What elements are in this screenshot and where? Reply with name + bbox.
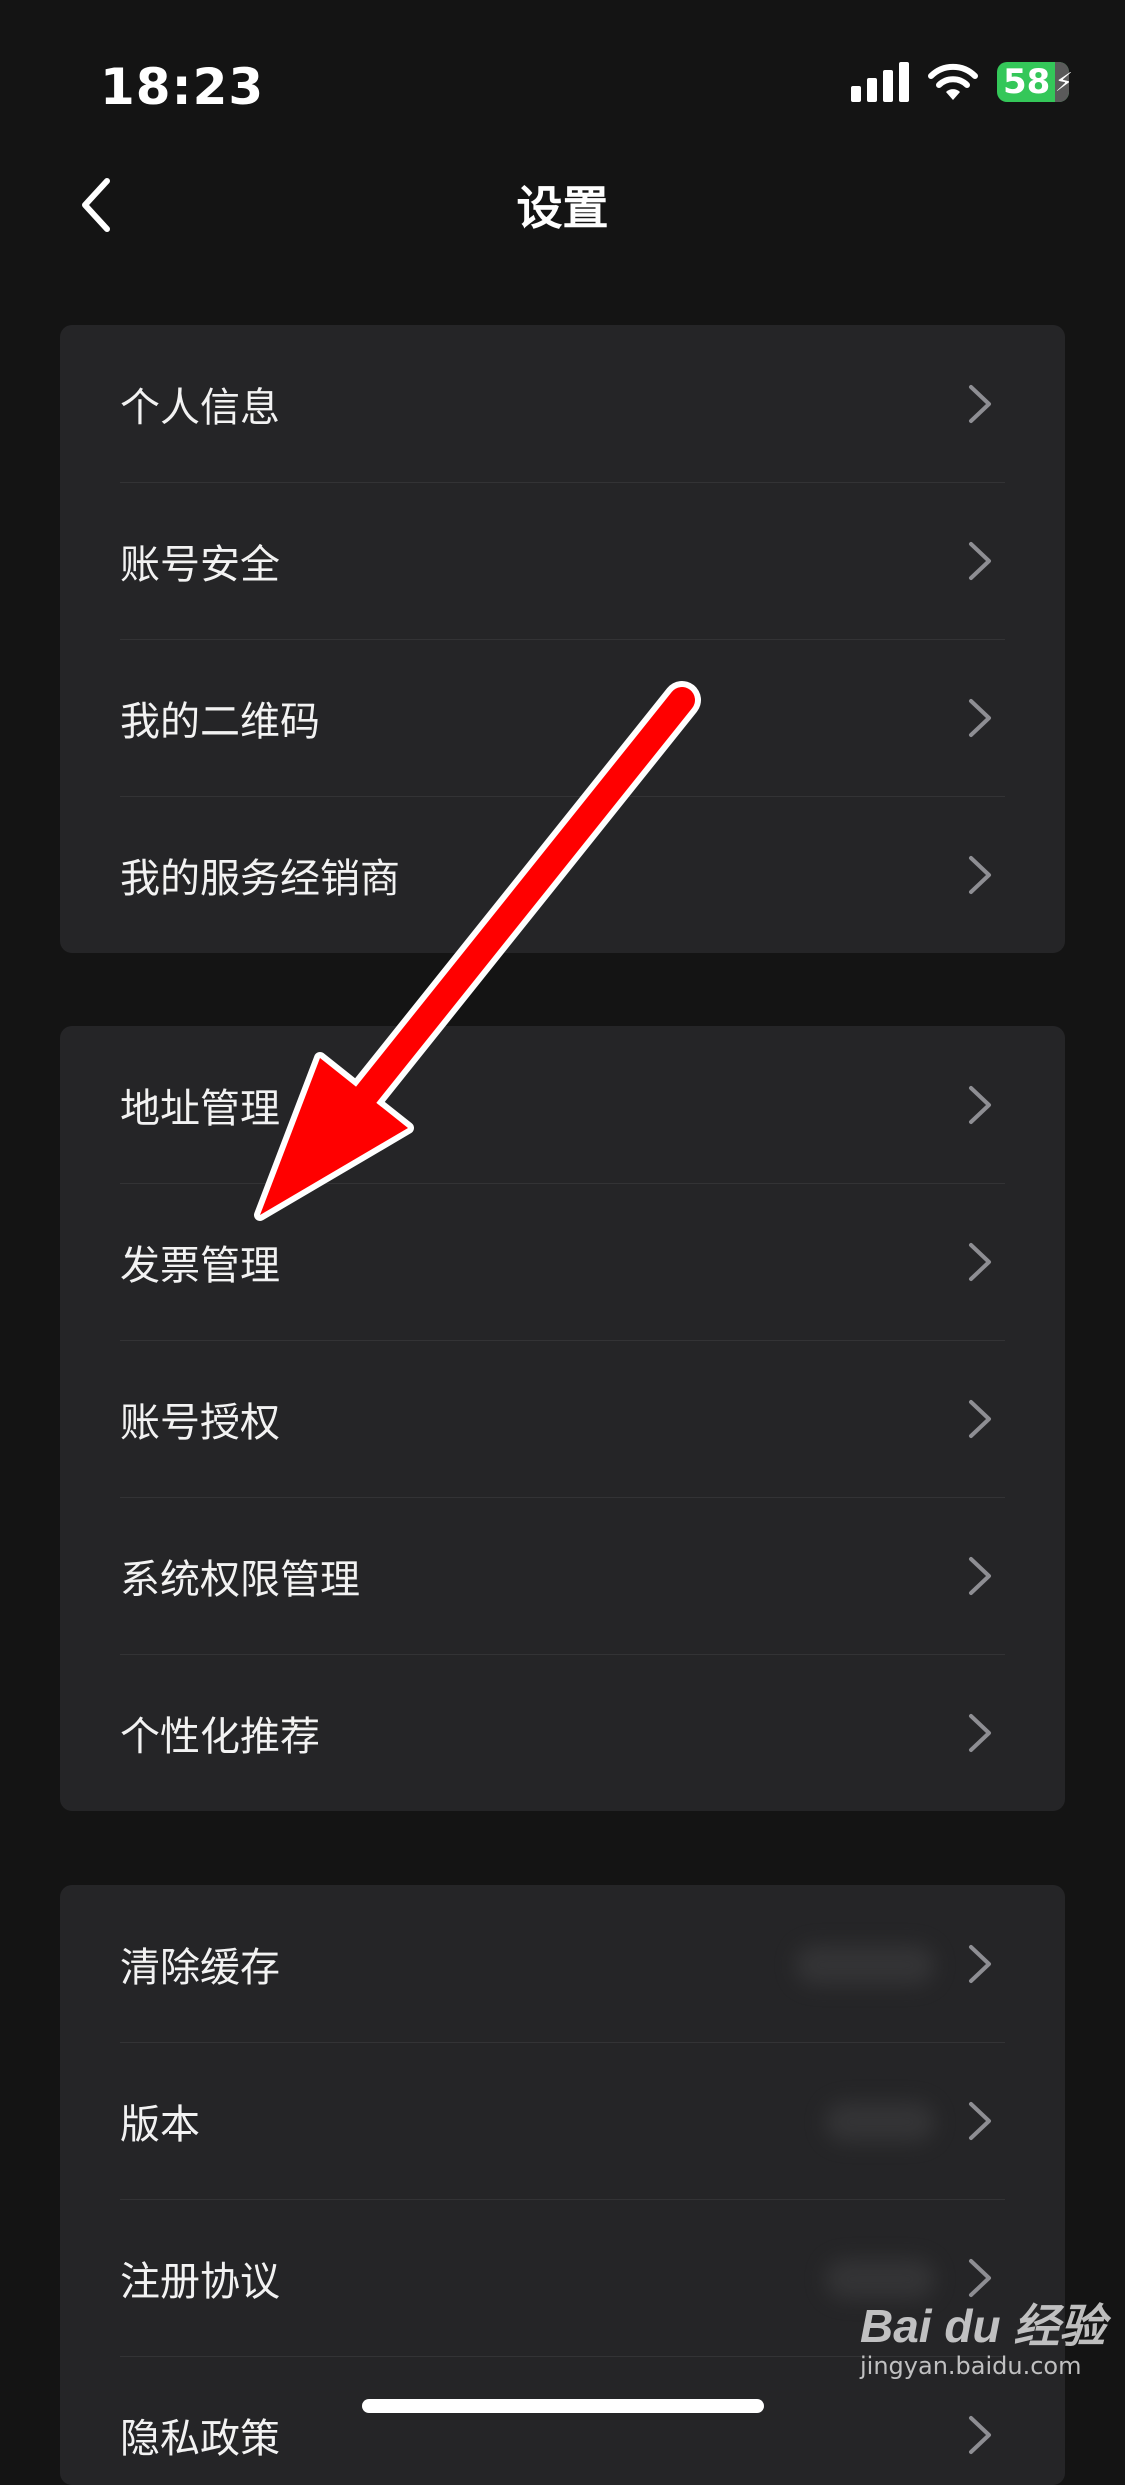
settings-group-account: 个人信息 账号安全 我的二维码 我的服务经销商 [60,325,1065,953]
row-label: 账号安全 [120,541,280,588]
charging-bolt-icon: ⚡ [1054,68,1073,98]
row-label: 清除缓存 [120,1944,280,1991]
chevron-right-icon [969,385,991,423]
cache-size-value-blurred [795,1945,935,1985]
row-label: 我的服务经销商 [120,855,400,902]
chevron-right-icon [969,1086,991,1124]
nav-bar: 设置 [0,150,1125,250]
status-icons: 58 ⚡ [851,62,1073,102]
row-label: 版本 [120,2101,200,2148]
row-label: 个人信息 [120,384,280,431]
row-label: 账号授权 [120,1399,280,1446]
chevron-right-icon [969,1945,991,1983]
row-clear-cache[interactable]: 清除缓存 [60,1885,1065,2042]
home-indicator[interactable] [362,2399,764,2413]
chevron-right-icon [969,1400,991,1438]
chevron-right-icon [969,2102,991,2140]
cellular-signal-icon [851,62,909,102]
row-label: 我的二维码 [120,698,320,745]
watermark-brand: Bai du 经验 [860,2300,1106,2352]
watermark-url: jingyan.baidu.com [860,2352,1082,2380]
status-time: 18:23 [100,58,265,116]
row-label: 个性化推荐 [120,1713,320,1760]
row-label: 地址管理 [120,1085,280,1132]
row-personal-info[interactable]: 个人信息 [60,325,1065,482]
watermark: Bai du 经验 jingyan.baidu.com [860,2290,1105,2380]
status-bar: 18:23 58 ⚡ [0,0,1125,170]
row-address-management[interactable]: 地址管理 [60,1026,1065,1183]
row-label: 系统权限管理 [120,1556,360,1603]
chevron-right-icon [969,856,991,894]
page-title: 设置 [516,181,609,235]
settings-group-about: 清除缓存 版本 注册协议 隐私政策 [60,1885,1065,2485]
row-account-authorization[interactable]: 账号授权 [60,1340,1065,1497]
row-version[interactable]: 版本 [60,2042,1065,2199]
row-account-security[interactable]: 账号安全 [60,482,1065,639]
row-my-qr-code[interactable]: 我的二维码 [60,639,1065,796]
row-system-permissions[interactable]: 系统权限管理 [60,1497,1065,1654]
chevron-right-icon [969,542,991,580]
battery-charging-icon: 58 ⚡ [997,62,1073,102]
chevron-right-icon [969,1557,991,1595]
row-my-service-dealer[interactable]: 我的服务经销商 [60,796,1065,953]
version-value-blurred [825,2102,935,2142]
row-label: 隐私政策 [120,2415,280,2462]
chevron-right-icon [969,1243,991,1281]
row-label: 注册协议 [120,2258,280,2305]
battery-level: 58 [1003,62,1051,102]
row-label: 发票管理 [120,1242,280,1289]
chevron-right-icon [969,699,991,737]
row-personalized-recommendation[interactable]: 个性化推荐 [60,1654,1065,1811]
wifi-icon [928,63,978,100]
chevron-right-icon [969,1714,991,1752]
settings-group-management: 地址管理 发票管理 账号授权 系统权限管理 个性化推荐 [60,1026,1065,1811]
row-invoice-management[interactable]: 发票管理 [60,1183,1065,1340]
chevron-right-icon [969,2416,991,2454]
